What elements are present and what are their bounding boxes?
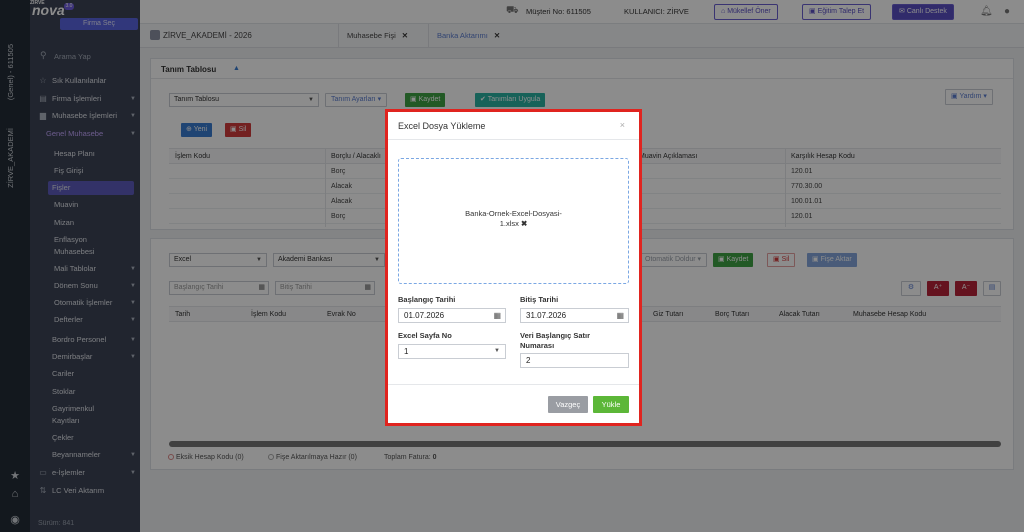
start-row-input[interactable]: 2 (520, 353, 629, 368)
start-date-label: Başlangıç Tarihi (398, 295, 456, 304)
file-name-line1: Banka-Ornek-Excel-Dosyasi- (465, 209, 562, 218)
sheet-no-label: Excel Sayfa No (398, 331, 452, 340)
upload-button[interactable]: Yükle (593, 396, 629, 413)
modal-title: Excel Dosya Yükleme (398, 121, 486, 131)
file-dropzone[interactable]: Banka-Ornek-Excel-Dosyasi- 1.xlsx ✖ (398, 158, 629, 284)
calendar-icon: ▦ (493, 311, 501, 320)
sheet-no-select[interactable]: 1 ▼ (398, 344, 506, 359)
start-date-input[interactable]: 01.07.2026 ▦ (398, 308, 506, 323)
uploaded-file: Banka-Ornek-Excel-Dosyasi- 1.xlsx ✖ (399, 209, 628, 229)
excel-upload-modal: Excel Dosya Yükleme × Banka-Ornek-Excel-… (385, 109, 642, 426)
end-date-label: Bitiş Tarihi (520, 295, 559, 304)
start-row-label-1: Veri Başlangıç Satır (520, 331, 591, 340)
end-date-input[interactable]: 31.07.2026 ▦ (520, 308, 629, 323)
file-name-line2: 1.xlsx (499, 219, 519, 228)
remove-file-icon[interactable]: ✖ (521, 219, 527, 228)
cancel-button[interactable]: Vazgeç (548, 396, 588, 413)
close-icon[interactable]: × (620, 120, 625, 130)
calendar-icon: ▦ (616, 311, 624, 320)
chevron-down-icon: ▼ (494, 348, 500, 354)
start-row-label-2: Numarası (520, 341, 555, 350)
modal-footer-divider (388, 384, 639, 385)
modal-divider (388, 139, 639, 140)
